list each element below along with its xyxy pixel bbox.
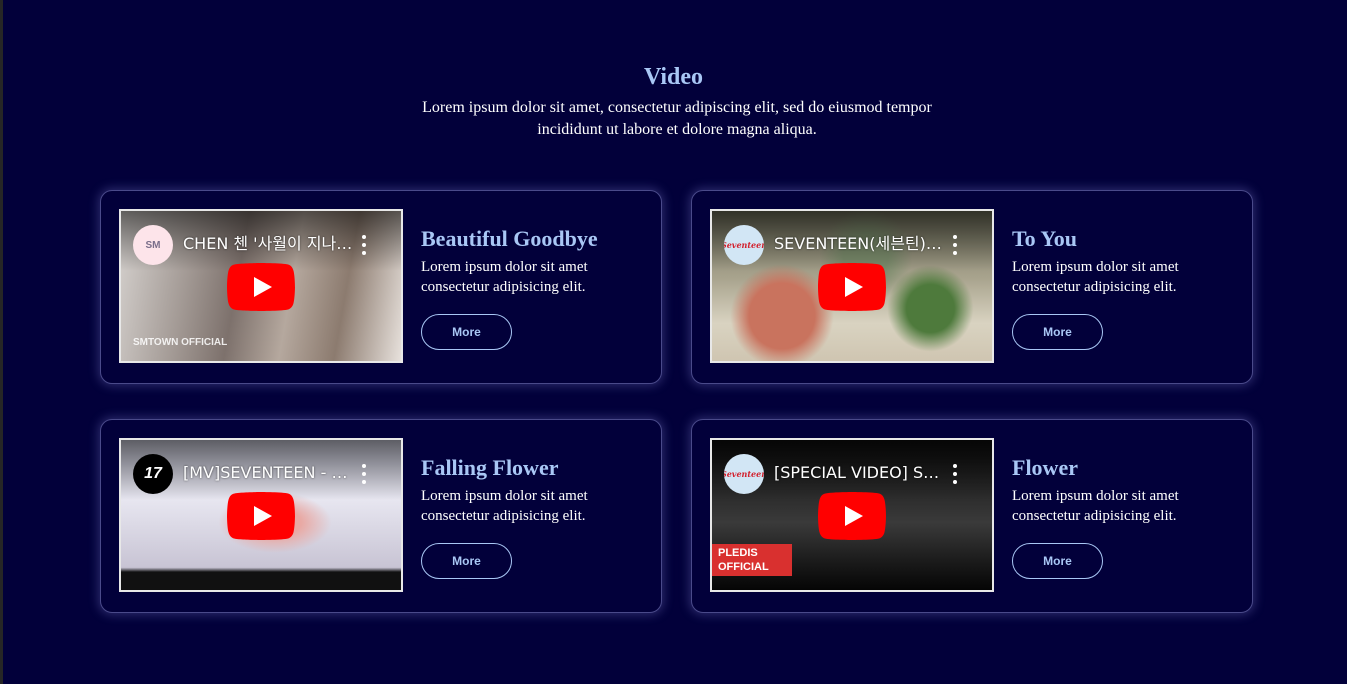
video-thumbnail[interactable]: Seventeen SEVENTEEN(세븐틴) 'To You' [710, 209, 994, 363]
video-card: Seventeen SEVENTEEN(세븐틴) 'To You' To You… [691, 190, 1253, 384]
more-button[interactable]: More [421, 543, 512, 579]
channel-avatar[interactable]: Seventeen [724, 454, 764, 494]
more-button[interactable]: More [421, 314, 512, 350]
window-left-edge [0, 0, 3, 684]
section-description: Lorem ipsum dolor sit amet, consectetur … [422, 99, 932, 138]
video-card: Seventeen [SPECIAL VIDEO] SEVENTEEN - Fl… [691, 419, 1253, 613]
video-card: 17 [MV]SEVENTEEN - 舞い落ちる花びら Falling Flow… [100, 419, 662, 613]
more-options-icon[interactable] [952, 235, 958, 255]
play-icon[interactable] [227, 492, 295, 540]
channel-avatar[interactable]: SM [133, 225, 173, 265]
video-thumbnail[interactable]: SM CHEN 첸 '사월이 지나면 우리 헤어져요' SMTOWN OFFIC… [119, 209, 403, 363]
more-button[interactable]: More [1012, 314, 1103, 350]
card-description: Lorem ipsum dolor sit amet consectetur a… [1012, 488, 1179, 524]
more-options-icon[interactable] [361, 235, 367, 255]
play-icon[interactable] [818, 263, 886, 311]
section-title: Video [643, 64, 704, 90]
more-options-icon[interactable] [952, 464, 958, 484]
card-title: Beautiful Goodbye [421, 226, 598, 251]
more-options-icon[interactable] [361, 464, 367, 484]
video-title[interactable]: [MV]SEVENTEEN - 舞い落ちる花びら [183, 460, 355, 486]
card-title: To You [1012, 226, 1078, 251]
video-watermark: SMTOWN OFFICIAL [133, 337, 228, 348]
card-title: Falling Flower [421, 455, 559, 480]
play-icon[interactable] [227, 263, 295, 311]
video-thumbnail[interactable]: 17 [MV]SEVENTEEN - 舞い落ちる花びら [119, 438, 403, 592]
card-title: Flower [1012, 455, 1078, 480]
play-icon[interactable] [818, 492, 886, 540]
more-button[interactable]: More [1012, 543, 1103, 579]
video-title[interactable]: SEVENTEEN(세븐틴) 'To You' [774, 231, 946, 257]
video-thumbnail[interactable]: Seventeen [SPECIAL VIDEO] SEVENTEEN - Fl… [710, 438, 994, 592]
video-card: SM CHEN 첸 '사월이 지나면 우리 헤어져요' SMTOWN OFFIC… [100, 190, 662, 384]
card-description: Lorem ipsum dolor sit amet consectetur a… [421, 259, 588, 295]
channel-avatar[interactable]: Seventeen [724, 225, 764, 265]
video-title[interactable]: CHEN 첸 '사월이 지나면 우리 헤어져요' [183, 231, 355, 257]
video-watermark: PLEDIS OFFICIAL [712, 544, 792, 576]
video-title[interactable]: [SPECIAL VIDEO] SEVENTEEN - Flower [774, 460, 946, 486]
card-description: Lorem ipsum dolor sit amet consectetur a… [1012, 259, 1179, 295]
card-description: Lorem ipsum dolor sit amet consectetur a… [421, 488, 588, 524]
channel-avatar[interactable]: 17 [133, 454, 173, 494]
